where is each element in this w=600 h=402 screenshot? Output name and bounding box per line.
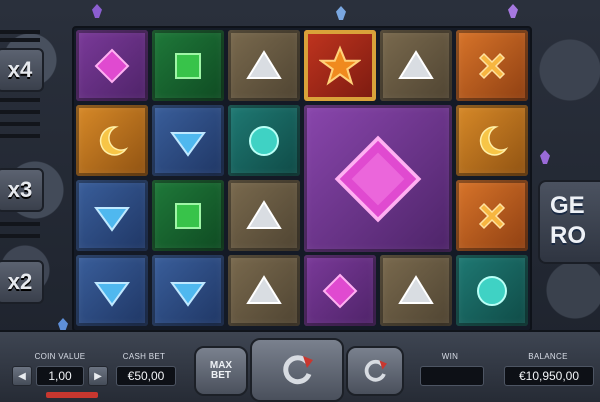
symbol-silver-triangle <box>380 255 452 326</box>
coin-value-label: COIN VALUE <box>34 352 86 361</box>
symbol-pink-diamond <box>304 255 376 326</box>
triangle-gem-icon <box>398 49 434 79</box>
balance-label: BALANCE <box>528 352 568 361</box>
symbol-orange-cross <box>456 30 528 101</box>
square-gem-icon <box>175 202 201 229</box>
square-gem-icon <box>175 52 201 79</box>
symbol-blue-heart <box>152 105 224 176</box>
multiplier-x4: x4 <box>0 48 44 92</box>
heart-gem-icon <box>94 206 130 232</box>
autoplay-icon <box>364 359 387 382</box>
symbol-blue-heart <box>152 255 224 326</box>
balance-display: €10,950,00 <box>504 366 594 386</box>
logo-line-1: GE <box>550 192 585 219</box>
moon-icon <box>99 125 129 156</box>
symbol-orange-moon <box>456 105 528 176</box>
multiplier-x2: x2 <box>0 260 44 304</box>
diamond-icon <box>322 273 358 308</box>
cash-bet-label: CASH BET <box>122 352 166 361</box>
symbol-silver-triangle <box>228 30 300 101</box>
symbol-silver-triangle <box>380 30 452 101</box>
triangle-gem-icon <box>246 199 282 229</box>
coin-value-decrease-button[interactable]: ◀ <box>12 366 32 386</box>
coin-value-increase-button[interactable]: ▶ <box>88 366 108 386</box>
triangle-gem-icon <box>246 274 282 304</box>
star-icon <box>319 44 361 86</box>
symbol-blue-heart <box>76 180 148 251</box>
heart-gem-icon <box>94 281 130 307</box>
diamond-icon <box>94 48 130 83</box>
symbol-big-pink-diamond <box>304 105 452 252</box>
reel-grid <box>72 26 532 332</box>
cross-gem-icon <box>478 202 506 229</box>
game-logo: GE RO <box>538 180 600 264</box>
multiplier-column: x4 x3 x2 <box>0 28 66 318</box>
logo-line-2: RO <box>550 222 586 249</box>
symbol-red-star <box>304 30 376 101</box>
chevron-left-icon: ◀ <box>18 370 26 382</box>
large-diamond-icon <box>334 135 422 222</box>
symbol-orange-cross <box>456 180 528 251</box>
spin-icon <box>283 355 313 385</box>
multiplier-x3: x3 <box>0 168 44 212</box>
symbol-blue-heart <box>76 255 148 326</box>
triangle-gem-icon <box>398 274 434 304</box>
spin-button[interactable] <box>250 338 344 402</box>
moon-icon <box>479 125 509 156</box>
max-bet-button[interactable]: MAX BET <box>194 346 248 396</box>
symbol-pink-diamond <box>76 30 148 101</box>
symbol-orange-moon <box>76 105 148 176</box>
circle-gem-icon <box>249 125 279 156</box>
cash-bet-display: €50,00 <box>116 366 176 386</box>
cross-gem-icon <box>478 52 506 79</box>
symbol-green-square <box>152 180 224 251</box>
symbol-silver-triangle <box>228 255 300 326</box>
coin-value-display: 1,00 <box>36 366 84 386</box>
chevron-right-icon: ▶ <box>94 370 102 382</box>
autoplay-button[interactable] <box>346 346 404 396</box>
symbol-green-square <box>152 30 224 101</box>
max-bet-label: MAX BET <box>209 360 233 381</box>
circle-gem-icon <box>477 275 507 306</box>
symbol-teal-circle <box>228 105 300 176</box>
win-label: WIN <box>441 352 459 361</box>
symbol-silver-triangle <box>228 180 300 251</box>
heart-gem-icon <box>170 281 206 307</box>
coin-value-indicator-bar <box>46 392 98 398</box>
heart-gem-icon <box>170 131 206 157</box>
symbol-teal-circle <box>456 255 528 326</box>
win-display <box>420 366 484 386</box>
triangle-gem-icon <box>246 49 282 79</box>
